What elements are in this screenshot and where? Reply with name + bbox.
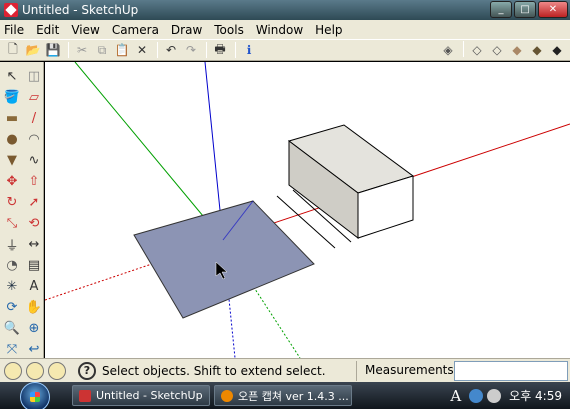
close-button[interactable]: ✕ (538, 1, 568, 18)
orbit-icon[interactable]: ⟳ (2, 297, 22, 317)
previous-icon[interactable]: ↩ (24, 339, 44, 359)
model-canvas[interactable] (45, 62, 570, 358)
zoom-window-icon[interactable]: ⊕ (24, 318, 44, 338)
menu-window[interactable]: Window (256, 23, 303, 37)
windows-taskbar: Untitled - SketchUp 오픈 캡쳐 ver 1.4.3 ... … (0, 381, 570, 409)
tape-measure-icon[interactable]: ⏚ (2, 234, 22, 254)
status-divider (356, 361, 357, 381)
zoom-icon[interactable]: 🔍 (2, 318, 22, 338)
face-style-toolbar: ◈ ◇ ◇ ◆ ◆ ◆ (439, 41, 568, 59)
monochrome-icon[interactable]: ◆ (548, 41, 566, 59)
rotate-icon[interactable]: ↻ (2, 192, 22, 212)
model-info-icon[interactable]: ℹ (240, 41, 258, 59)
geo-location-icon[interactable] (4, 361, 22, 380)
tool-palette: ↖◫🪣▱▬/●◠▼∿✥⇧↻➚⤡⟲⏚↔◔▤✳A⟳✋🔍⊕⤧↩◐👣◉▣ (0, 62, 44, 399)
title-bar: Untitled - SketchUp _ □ ✕ (0, 0, 570, 20)
offset-icon[interactable]: ⟲ (24, 213, 44, 233)
dimension-icon[interactable]: ↔ (24, 234, 44, 254)
network-icon[interactable] (469, 388, 484, 403)
status-message: Select objects. Shift to extend select. … (102, 363, 328, 378)
open-icon[interactable]: 📂 (24, 41, 42, 59)
follow-me-icon[interactable]: ➚ (24, 192, 44, 212)
print-icon[interactable]: 🖶 (211, 41, 229, 59)
make-component-icon[interactable]: ◫ (24, 66, 44, 86)
xray-icon[interactable]: ◈ (439, 41, 457, 59)
copy-icon[interactable]: ⧉ (93, 41, 111, 59)
menu-edit[interactable]: Edit (36, 23, 59, 37)
menu-tools[interactable]: Tools (214, 23, 244, 37)
task-label: 오픈 캡쳐 ver 1.4.3 ... (238, 389, 349, 403)
axes-icon[interactable]: ✳ (2, 276, 22, 296)
drawing-viewport[interactable] (45, 62, 570, 358)
save-icon[interactable]: 💾 (44, 41, 62, 59)
window-controls: _ □ ✕ (490, 1, 568, 18)
measurements-label: Measurements (365, 363, 454, 377)
paint-bucket-icon[interactable]: 🪣 (2, 87, 22, 107)
scale-icon[interactable]: ⤡ (2, 213, 22, 233)
wireframe-icon[interactable]: ◇ (468, 41, 486, 59)
menu-help[interactable]: Help (315, 23, 342, 37)
start-button[interactable] (20, 381, 50, 409)
system-tray: A 오후 4:59 (450, 382, 570, 409)
rectangle-icon[interactable]: ▬ (2, 108, 22, 128)
menu-file[interactable]: File (4, 23, 24, 37)
line-icon[interactable]: / (24, 108, 44, 128)
measurements-input[interactable] (454, 361, 568, 381)
green-axis (74, 62, 224, 241)
maximize-button[interactable]: □ (514, 1, 536, 18)
pan-icon[interactable]: ✋ (24, 297, 44, 317)
undo-icon[interactable]: ↶ (162, 41, 180, 59)
open-capture-task-icon (221, 389, 233, 402)
circle-icon[interactable]: ● (2, 129, 22, 149)
menu-view[interactable]: View (71, 23, 99, 37)
credits-icon[interactable] (26, 361, 44, 380)
cut-icon[interactable]: ✂ (73, 41, 91, 59)
shaded-icon[interactable]: ◆ (508, 41, 526, 59)
3d-text-icon[interactable]: A (24, 276, 44, 296)
standard-toolbar: 🗋 📂 💾 ✂ ⧉ 📋 ✕ ↶ ↷ 🖶 ℹ ◈ ◇ ◇ ◆ ◆ ◆ (0, 39, 570, 61)
hidden-line-icon[interactable]: ◇ (488, 41, 506, 59)
help-icon[interactable]: ? (78, 361, 96, 380)
text-icon[interactable]: ▤ (24, 255, 44, 275)
toolbar-separator (235, 42, 236, 58)
window-title: Untitled - SketchUp (22, 3, 139, 17)
zoom-extents-icon[interactable]: ⤧ (2, 339, 22, 359)
move-icon[interactable]: ✥ (2, 171, 22, 191)
protractor-icon[interactable]: ◔ (2, 255, 22, 275)
select-icon[interactable]: ↖ (2, 66, 22, 86)
task-open-capture[interactable]: 오픈 캡쳐 ver 1.4.3 ... (214, 385, 352, 406)
status-bar: ? Select objects. Shift to extend select… (0, 358, 570, 382)
push-pull-icon[interactable]: ⇧ (24, 171, 44, 191)
menu-camera[interactable]: Camera (112, 23, 159, 37)
menu-draw[interactable]: Draw (171, 23, 202, 37)
erase-icon[interactable]: ✕ (133, 41, 151, 59)
polygon-icon[interactable]: ▼ (2, 150, 22, 170)
shaded-textures-icon[interactable]: ◆ (528, 41, 546, 59)
task-label: Untitled - SketchUp (96, 389, 203, 402)
user-icon[interactable] (48, 361, 66, 380)
sketchup-app-icon[interactable] (4, 3, 18, 17)
sketchup-task-icon (79, 389, 91, 402)
menu-bar: File Edit View Camera Draw Tools Window … (0, 20, 570, 39)
volume-icon[interactable] (487, 388, 502, 403)
paste-icon[interactable]: 📋 (113, 41, 131, 59)
freehand-icon[interactable]: ∿ (24, 150, 44, 170)
new-icon[interactable]: 🗋 (4, 41, 22, 59)
toolbar-separator (157, 42, 158, 58)
arc-icon[interactable]: ◠ (24, 129, 44, 149)
task-sketchup[interactable]: Untitled - SketchUp (72, 385, 210, 406)
redo-icon[interactable]: ↷ (182, 41, 200, 59)
eraser-icon[interactable]: ▱ (24, 87, 44, 107)
toolbar-separator (68, 42, 69, 58)
language-indicator[interactable]: A (450, 387, 461, 405)
clock[interactable]: 오후 4:59 (509, 387, 562, 404)
toolbar-separator (463, 41, 464, 57)
toolbar-separator (206, 42, 207, 58)
minimize-button[interactable]: _ (490, 1, 512, 18)
